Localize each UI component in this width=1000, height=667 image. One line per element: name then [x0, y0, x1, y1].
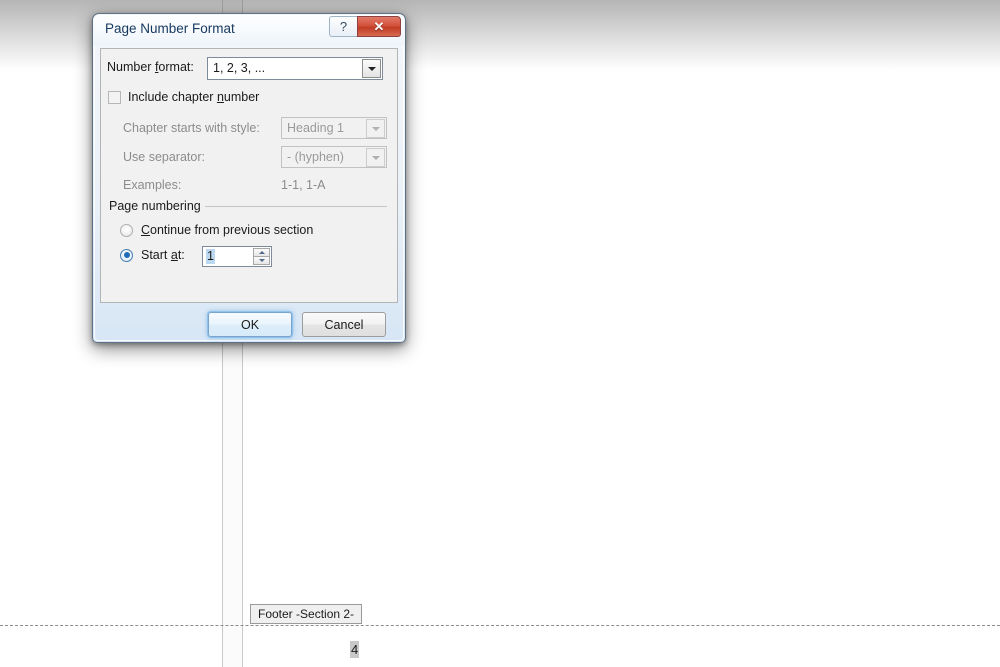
- number-format-label-post: ormat:: [158, 60, 194, 74]
- continue-from-previous-section-label: Continue from previous section: [141, 223, 313, 237]
- chapter-style-combobox: Heading 1: [281, 117, 387, 139]
- page-numbering-group-divider: [205, 206, 387, 207]
- caret-glyph: [367, 66, 376, 71]
- start-at-value[interactable]: 1: [206, 249, 215, 264]
- separator-row: Use separator:: [123, 150, 205, 164]
- continue-from-previous-section-radio[interactable]: [120, 223, 133, 237]
- ok-button[interactable]: OK: [208, 312, 292, 337]
- dialog-titlebar[interactable]: Page Number Format ? ✕: [94, 15, 404, 45]
- examples-row: Examples:: [123, 178, 181, 192]
- help-icon[interactable]: ?: [329, 16, 357, 37]
- chapter-style-value: Heading 1: [287, 121, 344, 135]
- start-at-radio[interactable]: [120, 248, 133, 262]
- number-format-label: Number format:: [107, 60, 194, 74]
- window-buttons: ? ✕: [329, 16, 401, 37]
- continue-label-post: ontinue from previous section: [150, 223, 314, 237]
- separator-label: Use separator:: [123, 150, 205, 164]
- chevron-down-icon-disabled-style: [366, 119, 385, 138]
- include-chapter-number-row[interactable]: Include chapter number: [108, 90, 259, 104]
- examples-label: Examples:: [123, 178, 182, 192]
- number-format-value: 1, 2, 3, ...: [213, 61, 266, 75]
- dialog-title: Page Number Format: [105, 21, 235, 36]
- stepper-increment-icon[interactable]: [253, 248, 270, 257]
- continue-from-previous-section-row[interactable]: Continue from previous section: [120, 223, 313, 237]
- chapter-style-label: Chapter starts with style:: [123, 121, 260, 135]
- caret-glyph-disabled-2: [371, 155, 380, 160]
- chevron-down-icon-disabled-separator: [366, 148, 385, 167]
- include-chapter-label-key: n: [216, 90, 224, 104]
- page-number-format-dialog: Page Number Format ? ✕ Number format: 1,…: [92, 13, 406, 343]
- page-number-field[interactable]: 4: [350, 641, 360, 658]
- dialog-content-panel: Number format: 1, 2, 3, ... Include chap…: [100, 48, 398, 303]
- number-format-row: Number format:: [107, 60, 194, 74]
- start-at-stepper[interactable]: 1: [202, 246, 272, 267]
- include-chapter-label-pre: Include chapter: [128, 90, 217, 104]
- chevron-down-icon[interactable]: [362, 59, 381, 78]
- cancel-button[interactable]: Cancel: [302, 312, 386, 337]
- include-chapter-number-checkbox[interactable]: [108, 90, 121, 104]
- start-at-label: Start at:: [141, 248, 185, 262]
- start-at-label-key: a: [170, 248, 178, 262]
- include-chapter-label-post: umber: [223, 90, 260, 104]
- include-chapter-number-label: Include chapter number: [128, 90, 259, 104]
- stepper-decrement-icon[interactable]: [253, 257, 270, 265]
- page-numbering-group-title: Page numbering: [109, 199, 201, 213]
- start-at-label-post: t:: [177, 248, 185, 262]
- start-at-row[interactable]: Start at:: [120, 248, 185, 262]
- footer-section-tab[interactable]: Footer -Section 2-: [250, 604, 363, 624]
- continue-label-key: C: [141, 223, 151, 237]
- separator-combobox: - (hyphen): [281, 146, 387, 168]
- screen: Footer -Section 2- 4 Page Number Format …: [0, 0, 1000, 667]
- separator-value: - (hyphen): [287, 150, 344, 164]
- chapter-style-row: Chapter starts with style:: [123, 121, 260, 135]
- stepper-buttons: [253, 248, 270, 265]
- number-format-label-pre: Number: [107, 60, 155, 74]
- number-format-combobox[interactable]: 1, 2, 3, ...: [207, 57, 383, 80]
- close-icon[interactable]: ✕: [357, 16, 401, 37]
- start-at-label-pre: Start: [141, 248, 171, 262]
- triangle-up-glyph: [258, 251, 265, 254]
- examples-value-row: 1-1, 1-A: [281, 178, 325, 192]
- caret-glyph-disabled: [371, 126, 380, 131]
- triangle-down-glyph: [258, 259, 265, 262]
- footer-boundary-line: [0, 625, 1000, 626]
- examples-value: 1-1, 1-A: [281, 178, 326, 192]
